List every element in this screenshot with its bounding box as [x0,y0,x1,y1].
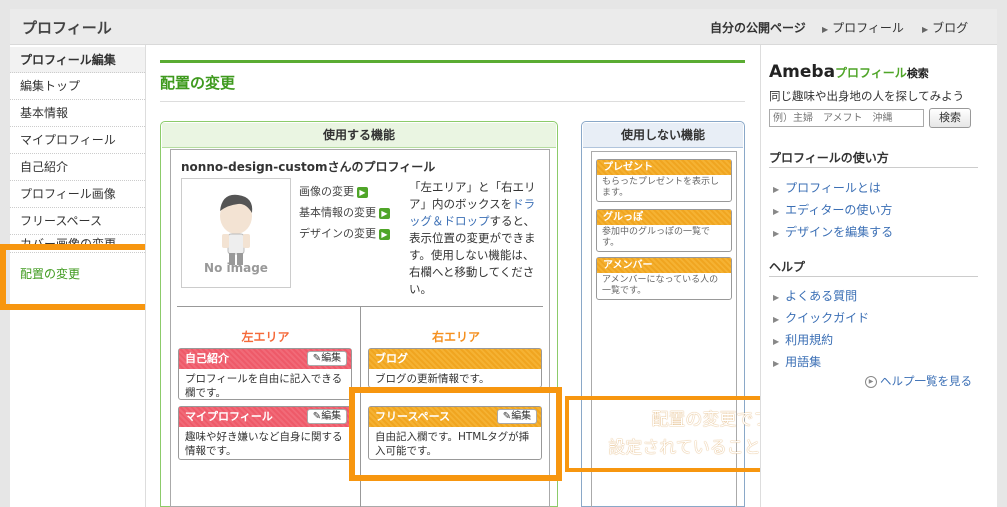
triangle-right-icon: ▶ [822,25,829,34]
howto-links: ▶ プロフィールとは ▶ エディターの使い方 ▶ デザインを編集する [773,178,893,244]
pencil-icon: ✎ [312,411,322,422]
profile-search-input[interactable] [769,109,924,127]
card-description: もらったプレゼントを表示します。 [602,177,720,198]
edit-button[interactable]: ✎編集 [307,351,347,366]
help-heading: ヘルプ [769,260,806,274]
edit-button[interactable]: ✎編集 [307,409,347,424]
triangle-right-icon: ▶ [773,293,780,302]
triangle-right-icon: ▶ [922,25,929,34]
card-header: ブログ [369,349,541,369]
my-public-page-link[interactable]: 自分の公開ページ [710,19,806,36]
sidebar-item-self-intro[interactable]: 自己紹介 [10,154,145,181]
used-features-header: 使用する機能 [162,123,556,148]
card-header: グルっぽ [597,210,731,225]
no-image-label: No image [204,261,268,275]
page-brand-title: プロフィール [22,19,112,37]
help-links: ▶ よくある質問 ▶ クイックガイド ▶ 利用規約 ▶ 用語集 [773,286,869,374]
sidebar-heading: プロフィール編集 [10,47,145,73]
triangle-right-icon: ▶ [773,359,780,368]
instruction-text: 「左エリア」と「右エリア」内のボックスをドラッグ＆ドロップすると、表示位置の変更… [409,180,536,296]
search-button[interactable]: 検索 [929,108,971,128]
change-image-link[interactable]: 画像の変更 ▶ [299,181,390,202]
top-bar: プロフィール 自分の公開ページ ▶ プロフィール ▶ ブログ [10,9,997,45]
page-title: 配置の変更 [160,74,236,92]
ameba-profile-search-logo: Amebaプロフィール検索 [769,62,929,82]
nav-blog-link[interactable]: ▶ ブログ [922,19,968,36]
profile-name: nonno-design-customさんのプロフィール [181,160,436,174]
change-basic-info-link[interactable]: 基本情報の変更 ▶ [299,202,390,223]
card-header: プレゼント [597,160,731,175]
unused-features-header: 使用しない機能 [583,123,743,148]
card-description: 参加中のグルっぽの一覧です。 [602,227,711,248]
link-quick-guide[interactable]: ▶ クイックガイド [773,308,869,330]
right-column: Amebaプロフィール検索 同じ趣味や出身地の人を探してみよう 検索 プロフィー… [760,45,997,507]
left-area-label: 左エリア [241,330,290,344]
sidebar-item-basic-info[interactable]: 基本情報 [10,100,145,127]
sidebar-item-my-profile[interactable]: マイプロフィール [10,127,145,154]
free-space-highlight-box [349,387,562,481]
help-all-link[interactable]: ▶ ヘルプ一覧を見る [865,373,972,389]
card-description: ブログの更新情報です。 [375,373,490,385]
card-header: 自己紹介 ✎編集 [179,349,351,369]
sidebar-item-free-space[interactable]: フリースペース [10,208,145,235]
module-card-blog[interactable]: ブログ ブログの更新情報です。 [368,348,542,388]
link-faq[interactable]: ▶ よくある質問 [773,286,869,308]
right-area-label: 右エリア [431,330,480,344]
sidebar-item-profile-image[interactable]: プロフィール画像 [10,181,145,208]
triangle-right-icon: ▶ [773,207,780,216]
module-card-my-profile[interactable]: マイプロフィール ✎編集 趣味や好き嫌いなど自身に関する情報です。 [178,406,352,460]
title-accent-line [160,60,745,63]
howto-divider [769,167,978,168]
circle-arrow-icon: ▶ [865,375,877,388]
profile-image-placeholder: No image [181,178,291,288]
arrow-right-icon: ▶ [357,186,368,198]
card-description: 趣味や好き嫌いなど自身に関する情報です。 [185,431,343,457]
module-card-present[interactable]: プレゼント もらったプレゼントを表示します。 [596,159,732,202]
change-design-link[interactable]: デザインの変更 ▶ [299,223,390,244]
link-editor-usage[interactable]: ▶ エディターの使い方 [773,200,893,222]
pencil-icon: ✎ [312,353,322,364]
arrow-right-icon: ▶ [379,207,390,219]
nav-profile-link[interactable]: ▶ プロフィール [822,19,904,36]
search-description: 同じ趣味や出身地の人を探してみよう [769,89,965,103]
triangle-right-icon: ▶ [773,229,780,238]
link-what-is-profile[interactable]: ▶ プロフィールとは [773,178,893,200]
module-card-amember[interactable]: アメンバー アメンバーになっている人の一覧です。 [596,257,732,300]
link-edit-design[interactable]: ▶ デザインを編集する [773,222,893,244]
arrow-right-icon: ▶ [379,228,390,240]
sidebar-item-edit-top[interactable]: 編集トップ [10,73,145,100]
card-header: マイプロフィール ✎編集 [179,407,351,427]
card-description: アメンバーになっている人の一覧です。 [602,275,719,296]
howto-heading: プロフィールの使い方 [769,151,889,165]
triangle-right-icon: ▶ [773,185,780,194]
triangle-right-icon: ▶ [773,337,780,346]
module-card-self-intro[interactable]: 自己紹介 ✎編集 プロフィールを自由に記入できる欄です。 [178,348,352,400]
sidebar-highlight-box [0,244,160,310]
link-terms[interactable]: ▶ 利用規約 [773,330,869,352]
triangle-right-icon: ▶ [773,315,780,324]
help-divider [769,276,978,277]
card-header: アメンバー [597,258,731,273]
link-glossary[interactable]: ▶ 用語集 [773,352,869,374]
profile-links: 画像の変更 ▶ 基本情報の変更 ▶ デザインの変更 ▶ [299,181,390,244]
module-card-group[interactable]: グルっぽ 参加中のグルっぽの一覧です。 [596,209,732,252]
card-description: プロフィールを自由に記入できる欄です。 [185,373,343,399]
title-divider [160,101,745,102]
